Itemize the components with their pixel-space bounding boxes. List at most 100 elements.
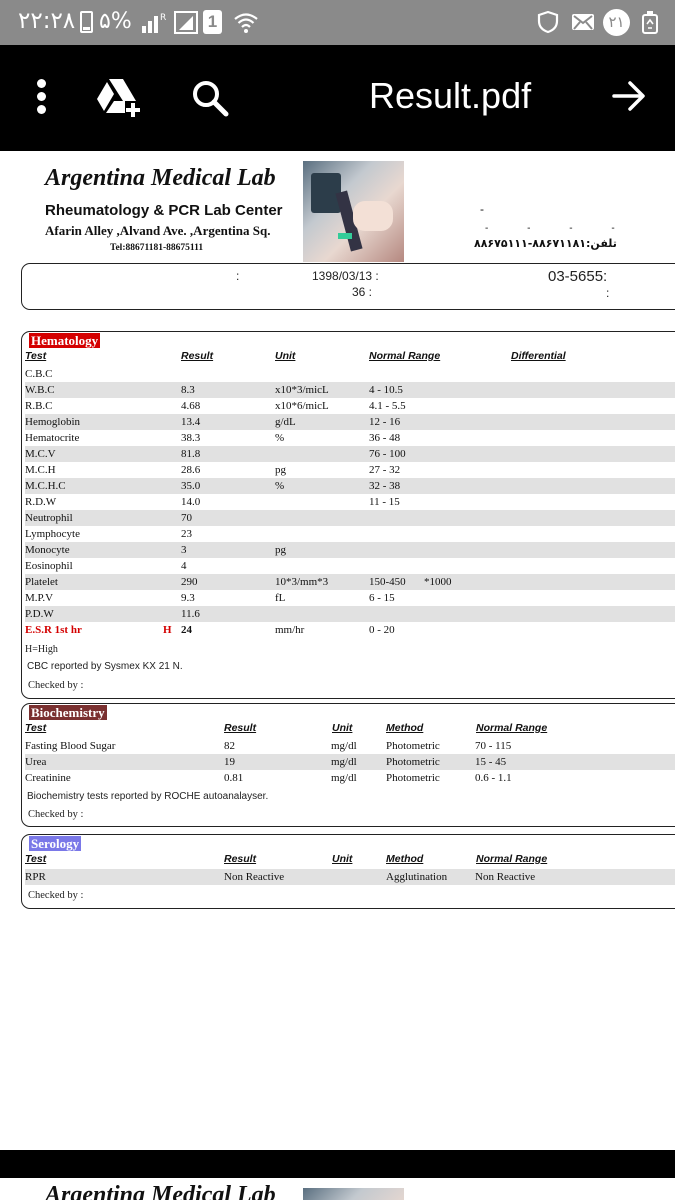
- signal-roaming-icon: R: [142, 13, 166, 33]
- test-unit: %: [275, 480, 285, 492]
- hematology-title: Hematology: [29, 333, 101, 348]
- signal-icon: [174, 11, 198, 34]
- test-result: 3: [181, 544, 187, 556]
- wifi-icon: [234, 13, 258, 33]
- status-time: ۲۲:۲۸: [18, 8, 76, 34]
- table-row: Urea 19 mg/dl Photometric 15 - 45: [25, 754, 675, 770]
- battery-icon: [80, 11, 93, 33]
- test-result: 11.6: [181, 608, 200, 620]
- test-result: Non Reactive: [224, 871, 285, 883]
- search-icon[interactable]: [191, 79, 229, 117]
- column-header-test: Test: [25, 853, 47, 865]
- normal-range: 15 - 45: [475, 756, 507, 768]
- table-row: Creatinine 0.81 mg/dl Photometric 0.6 - 1.1: [25, 770, 675, 786]
- test-name: Eosinophil: [25, 560, 73, 572]
- test-unit: %: [275, 432, 285, 444]
- test-unit: mm/hr: [275, 624, 305, 636]
- test-method: Photometric: [386, 772, 440, 784]
- column-header-unit: Unit: [275, 350, 296, 362]
- normal-range: 150-450: [369, 576, 406, 588]
- column-header-unit: Unit: [332, 853, 353, 865]
- pdf-page-2[interactable]: Argentina Medical Lab: [0, 1178, 675, 1200]
- normal-range: 36 - 48: [369, 432, 401, 444]
- range-multiplier: *1000: [424, 576, 452, 588]
- battery-level: ۵%: [99, 9, 132, 34]
- column-header-method: Method: [386, 722, 424, 734]
- test-method: Photometric: [386, 740, 440, 752]
- test-unit: 10*3/mm*3: [275, 576, 329, 588]
- normal-range: 6 - 15: [369, 592, 395, 604]
- test-result: 19: [224, 756, 235, 768]
- test-result: 35.0: [181, 480, 201, 492]
- lab-photo: [303, 1188, 404, 1200]
- lab-photo: [303, 161, 404, 262]
- test-name: E.S.R 1st hr: [25, 624, 82, 636]
- normal-range: 12 - 16: [369, 416, 401, 428]
- test-unit: pg: [275, 544, 286, 556]
- test-unit: mg/dl: [331, 740, 357, 752]
- shield-icon: [537, 10, 559, 34]
- page-separator: [0, 1150, 675, 1178]
- test-method: Photometric: [386, 756, 440, 768]
- normal-range: 70 - 115: [475, 740, 512, 752]
- test-result: 4: [181, 560, 187, 572]
- column-header-method: Method: [386, 853, 424, 865]
- normal-range: 0.6 - 1.1: [475, 772, 512, 784]
- test-name: P.D.W: [25, 608, 54, 620]
- checked-by: Checked by :: [28, 890, 84, 901]
- patient-id: 03-5655:: [548, 268, 608, 285]
- test-method: Agglutination: [386, 871, 448, 883]
- test-result: 70: [181, 512, 192, 524]
- column-header-test: Test: [25, 350, 47, 362]
- test-name: R.D.W: [25, 496, 57, 508]
- table-row: M.C.H 28.6 pg 27 - 32: [25, 462, 675, 478]
- cbc-note: CBC reported by Sysmex KX 21 N.: [27, 661, 183, 672]
- test-name: Creatinine: [25, 772, 71, 784]
- patient-field-colon: :: [606, 286, 610, 300]
- column-header-result: Result: [224, 853, 257, 865]
- normal-range: Non Reactive: [475, 871, 536, 883]
- table-row: Monocyte 3 pg: [25, 542, 675, 558]
- serology-section: Serology Test Result Unit Method Normal …: [21, 834, 675, 909]
- test-name: M.P.V: [25, 592, 54, 604]
- add-to-drive-icon[interactable]: [96, 77, 142, 119]
- lab-name: Argentina Medical Lab: [45, 165, 276, 191]
- test-unit: g/dL: [275, 416, 296, 428]
- normal-range: 0 - 20: [369, 624, 395, 636]
- normal-range: 4 - 10.5: [369, 384, 403, 396]
- checked-by: Checked by :: [28, 680, 84, 691]
- more-options-icon[interactable]: [30, 79, 52, 115]
- pdf-page[interactable]: Argentina Medical Lab Rheumatology & PCR…: [0, 151, 675, 1150]
- test-name: RPR: [25, 871, 46, 883]
- biochemistry-note: Biochemistry tests reported by ROCHE aut…: [27, 791, 269, 802]
- table-row: Fasting Blood Sugar 82 mg/dl Photometric 70 …: [25, 738, 675, 754]
- test-name: W.B.C: [25, 384, 55, 396]
- table-row: Lymphocyte 23: [25, 526, 675, 542]
- test-result: 0.81: [224, 772, 244, 784]
- biochemistry-section: Biochemistry Test Result Unit Method Nor…: [21, 703, 675, 827]
- test-name: Monocyte: [25, 544, 70, 556]
- table-row: Platelet 290 10*3/mm*3 150-450 *1000: [25, 574, 675, 590]
- test-result: 24: [181, 624, 192, 636]
- mail-icon: [572, 14, 594, 30]
- test-name: Urea: [25, 756, 47, 768]
- document-title: Result.pdf: [369, 75, 532, 116]
- test-unit: mg/dl: [331, 756, 357, 768]
- column-header-normal-range: Normal Range: [476, 853, 548, 865]
- patient-field-colon: :: [236, 269, 240, 283]
- high-flag-legend: H=High: [25, 644, 58, 655]
- test-unit: mg/dl: [331, 772, 357, 784]
- lab-phone: Tel:88671181-88675111: [110, 243, 204, 253]
- test-result: 9.3: [181, 592, 195, 604]
- test-unit: fL: [275, 592, 286, 604]
- table-row: M.P.V 9.3 fL 6 - 15: [25, 590, 675, 606]
- table-row: E.S.R 1st hr H 24 mm/hr 0 - 20: [25, 622, 675, 638]
- normal-range: 11 - 15: [369, 496, 400, 508]
- test-name: C.B.C: [25, 368, 53, 380]
- test-unit: x10*3/micL: [275, 384, 329, 396]
- fa-phone: تلفن:۸۸۶۷۱۱۸۱-۸۸۶۷۵۱۱۱: [474, 237, 617, 250]
- lab-name: Argentina Medical Lab: [45, 1182, 276, 1200]
- test-name: R.B.C: [25, 400, 53, 412]
- checked-by: Checked by :: [28, 809, 84, 820]
- open-arrow-icon[interactable]: [610, 77, 648, 115]
